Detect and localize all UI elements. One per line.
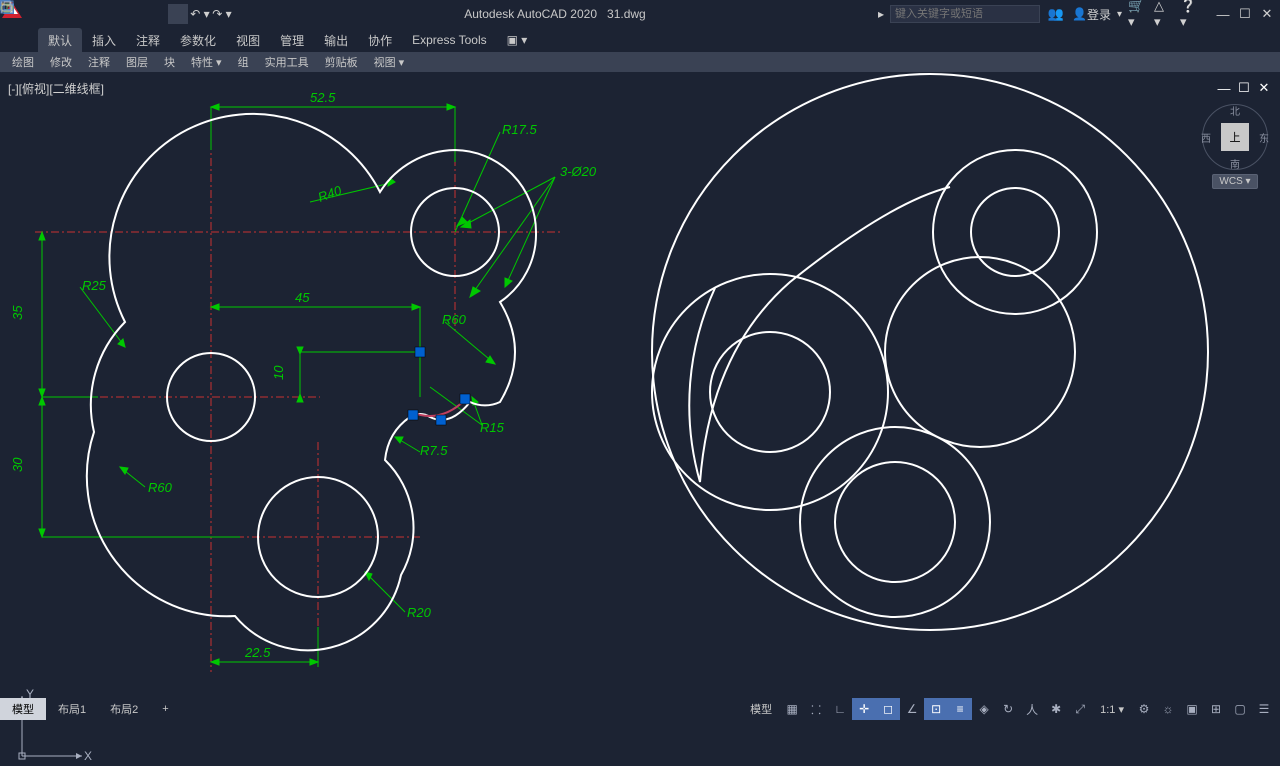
cloud-save-icon[interactable] — [146, 4, 166, 24]
drawing-area[interactable]: [-][俯视][二维线框] — ☐ ✕ 北 南 西 东 上 WCS ▾ X Y — [0, 72, 1280, 698]
redo-icon[interactable]: ↷ ▾ — [212, 4, 232, 24]
svg-text:22.5: 22.5 — [244, 645, 271, 660]
grid-icon[interactable]: ▦ — [780, 698, 804, 720]
ribbon-tab-collab[interactable]: 协作 — [358, 28, 402, 52]
svg-text:R20: R20 — [407, 605, 432, 620]
print-icon[interactable] — [168, 4, 188, 24]
a360-icon[interactable]: 👥 — [1046, 4, 1066, 24]
new-icon[interactable] — [36, 4, 56, 24]
ribbon-panels: 绘图 修改 注释 图层 块 特性 ▾ 组 实用工具 剪贴板 视图 ▾ — [0, 52, 1280, 72]
ribbon-tab-annotate[interactable]: 注释 — [126, 28, 170, 52]
close-button[interactable]: ✕ — [1258, 5, 1276, 23]
status-model-indicator[interactable]: 模型 — [742, 701, 780, 717]
panel-block[interactable]: 块 — [156, 52, 183, 72]
svg-text:30: 30 — [10, 457, 25, 472]
panel-view[interactable]: 视图 ▾ — [366, 52, 413, 72]
layout-tab-add[interactable]: + — [150, 698, 180, 720]
svg-text:45: 45 — [295, 290, 310, 305]
ribbon-tab-view[interactable]: 视图 — [226, 28, 270, 52]
svg-text:10: 10 — [271, 365, 286, 380]
cloud-open-icon[interactable] — [124, 4, 144, 24]
otrack-icon[interactable]: ∠ — [900, 698, 924, 720]
ribbon-tab-output[interactable]: 输出 — [314, 28, 358, 52]
svg-text:R17.5: R17.5 — [502, 122, 537, 137]
drawing-right — [610, 72, 1250, 698]
save-icon[interactable] — [80, 4, 100, 24]
drawing-left: 52.5 R17.5 R40 3-Ø20 R25 35 30 45 — [0, 72, 640, 698]
monitor-icon[interactable]: ☼ — [1156, 698, 1180, 720]
isolate-icon[interactable]: ▣ — [1180, 698, 1204, 720]
layout-tab-layout2[interactable]: 布局2 — [98, 698, 150, 720]
svg-text:35: 35 — [10, 305, 25, 320]
app-title: Autodesk AutoCAD 2020 31.dwg — [464, 7, 645, 21]
hardware-accel-icon[interactable]: ⊞ — [1204, 698, 1228, 720]
help-icon[interactable]: ❔ ▾ — [1180, 4, 1200, 24]
clean-screen-icon[interactable]: ▢ — [1228, 698, 1252, 720]
saveas-icon[interactable] — [102, 4, 122, 24]
svg-text:52.5: 52.5 — [310, 90, 336, 105]
status-bar: 模型 ▦ ⸬ ∟ ✛ ◻ ∠ ⊡ ≡ ◈ ↻ 人 ✱ ⤢ 1:1 ▾ ⚙ ☼ ▣… — [742, 698, 1280, 720]
transparency-icon[interactable]: ◈ — [972, 698, 996, 720]
panel-annotation[interactable]: 注释 — [80, 52, 118, 72]
ribbon-tab-manage[interactable]: 管理 — [270, 28, 314, 52]
customize-icon[interactable]: ☰ — [1252, 698, 1276, 720]
layout-tabs: 模型 布局1 布局2 + 模型 ▦ ⸬ ∟ ✛ ◻ ∠ ⊡ ≡ ◈ ↻ 人 ✱ … — [0, 698, 1280, 720]
panel-layers[interactable]: 图层 — [118, 52, 156, 72]
lineweight-icon[interactable]: ≡ — [948, 698, 972, 720]
maximize-button[interactable]: ☐ — [1236, 5, 1254, 23]
panel-draw[interactable]: 绘图 — [4, 52, 42, 72]
viewport-close-icon[interactable]: ✕ — [1256, 80, 1272, 96]
dynamic-input-icon[interactable]: ⊡ — [924, 698, 948, 720]
quick-access-toolbar: ↶ ▾ ↷ ▾ — [36, 4, 232, 24]
ribbon-tab-default[interactable]: 默认 — [38, 28, 82, 52]
ribbon-tab-more[interactable]: ▣ ▾ — [497, 28, 538, 52]
snap-icon[interactable]: ⸬ — [804, 698, 828, 720]
panel-group[interactable]: 组 — [230, 52, 257, 72]
stay-connected-icon[interactable]: △ ▾ — [1154, 4, 1174, 24]
svg-text:3-Ø20: 3-Ø20 — [560, 164, 597, 179]
scale-display[interactable]: 1:1 ▾ — [1092, 703, 1132, 716]
ortho-icon[interactable]: ∟ — [828, 698, 852, 720]
panel-utilities[interactable]: 实用工具 — [257, 52, 317, 72]
svg-text:R40: R40 — [316, 182, 344, 205]
svg-text:R7.5: R7.5 — [420, 443, 448, 458]
polar-icon[interactable]: ✛ — [852, 698, 876, 720]
svg-text:R60: R60 — [442, 312, 467, 327]
panel-properties[interactable]: 特性 ▾ — [183, 52, 230, 72]
ribbon-tab-insert[interactable]: 插入 — [82, 28, 126, 52]
exchange-icon[interactable]: 🛒 ▾ — [1128, 4, 1148, 24]
undo-icon[interactable]: ↶ ▾ — [190, 4, 210, 24]
search-input[interactable] — [890, 5, 1040, 23]
svg-text:X: X — [84, 749, 92, 763]
viewcube-east[interactable]: 东 — [1259, 130, 1269, 145]
selection-cycling-icon[interactable]: ↻ — [996, 698, 1020, 720]
osnap-icon[interactable]: ◻ — [876, 698, 900, 720]
ribbon-tab-parametric[interactable]: 参数化 — [170, 28, 226, 52]
login-button[interactable]: 👤 登录 — [1072, 4, 1111, 24]
ribbon-tab-express[interactable]: Express Tools — [402, 28, 496, 52]
panel-clipboard[interactable]: 剪贴板 — [317, 52, 366, 72]
svg-text:R60: R60 — [148, 480, 173, 495]
layout-tab-model[interactable]: 模型 — [0, 698, 46, 720]
annotation-scale-icon[interactable]: 人 — [1020, 698, 1044, 720]
ribbon-tabs: 默认 插入 注释 参数化 视图 管理 输出 协作 Express Tools ▣… — [0, 28, 1280, 52]
minimize-button[interactable]: — — [1214, 5, 1232, 23]
annotation-autoscale-icon[interactable]: ⤢ — [1068, 698, 1092, 720]
open-icon[interactable] — [58, 4, 78, 24]
workspace-icon[interactable]: ⚙ — [1132, 698, 1156, 720]
title-bar: ↶ ▾ ↷ ▾ Autodesk AutoCAD 2020 31.dwg ▸ 👥… — [0, 0, 1280, 28]
svg-text:R15: R15 — [480, 420, 505, 435]
svg-text:R25: R25 — [82, 278, 107, 293]
annotation-visibility-icon[interactable]: ✱ — [1044, 698, 1068, 720]
layout-tab-layout1[interactable]: 布局1 — [46, 698, 98, 720]
panel-modify[interactable]: 修改 — [42, 52, 80, 72]
